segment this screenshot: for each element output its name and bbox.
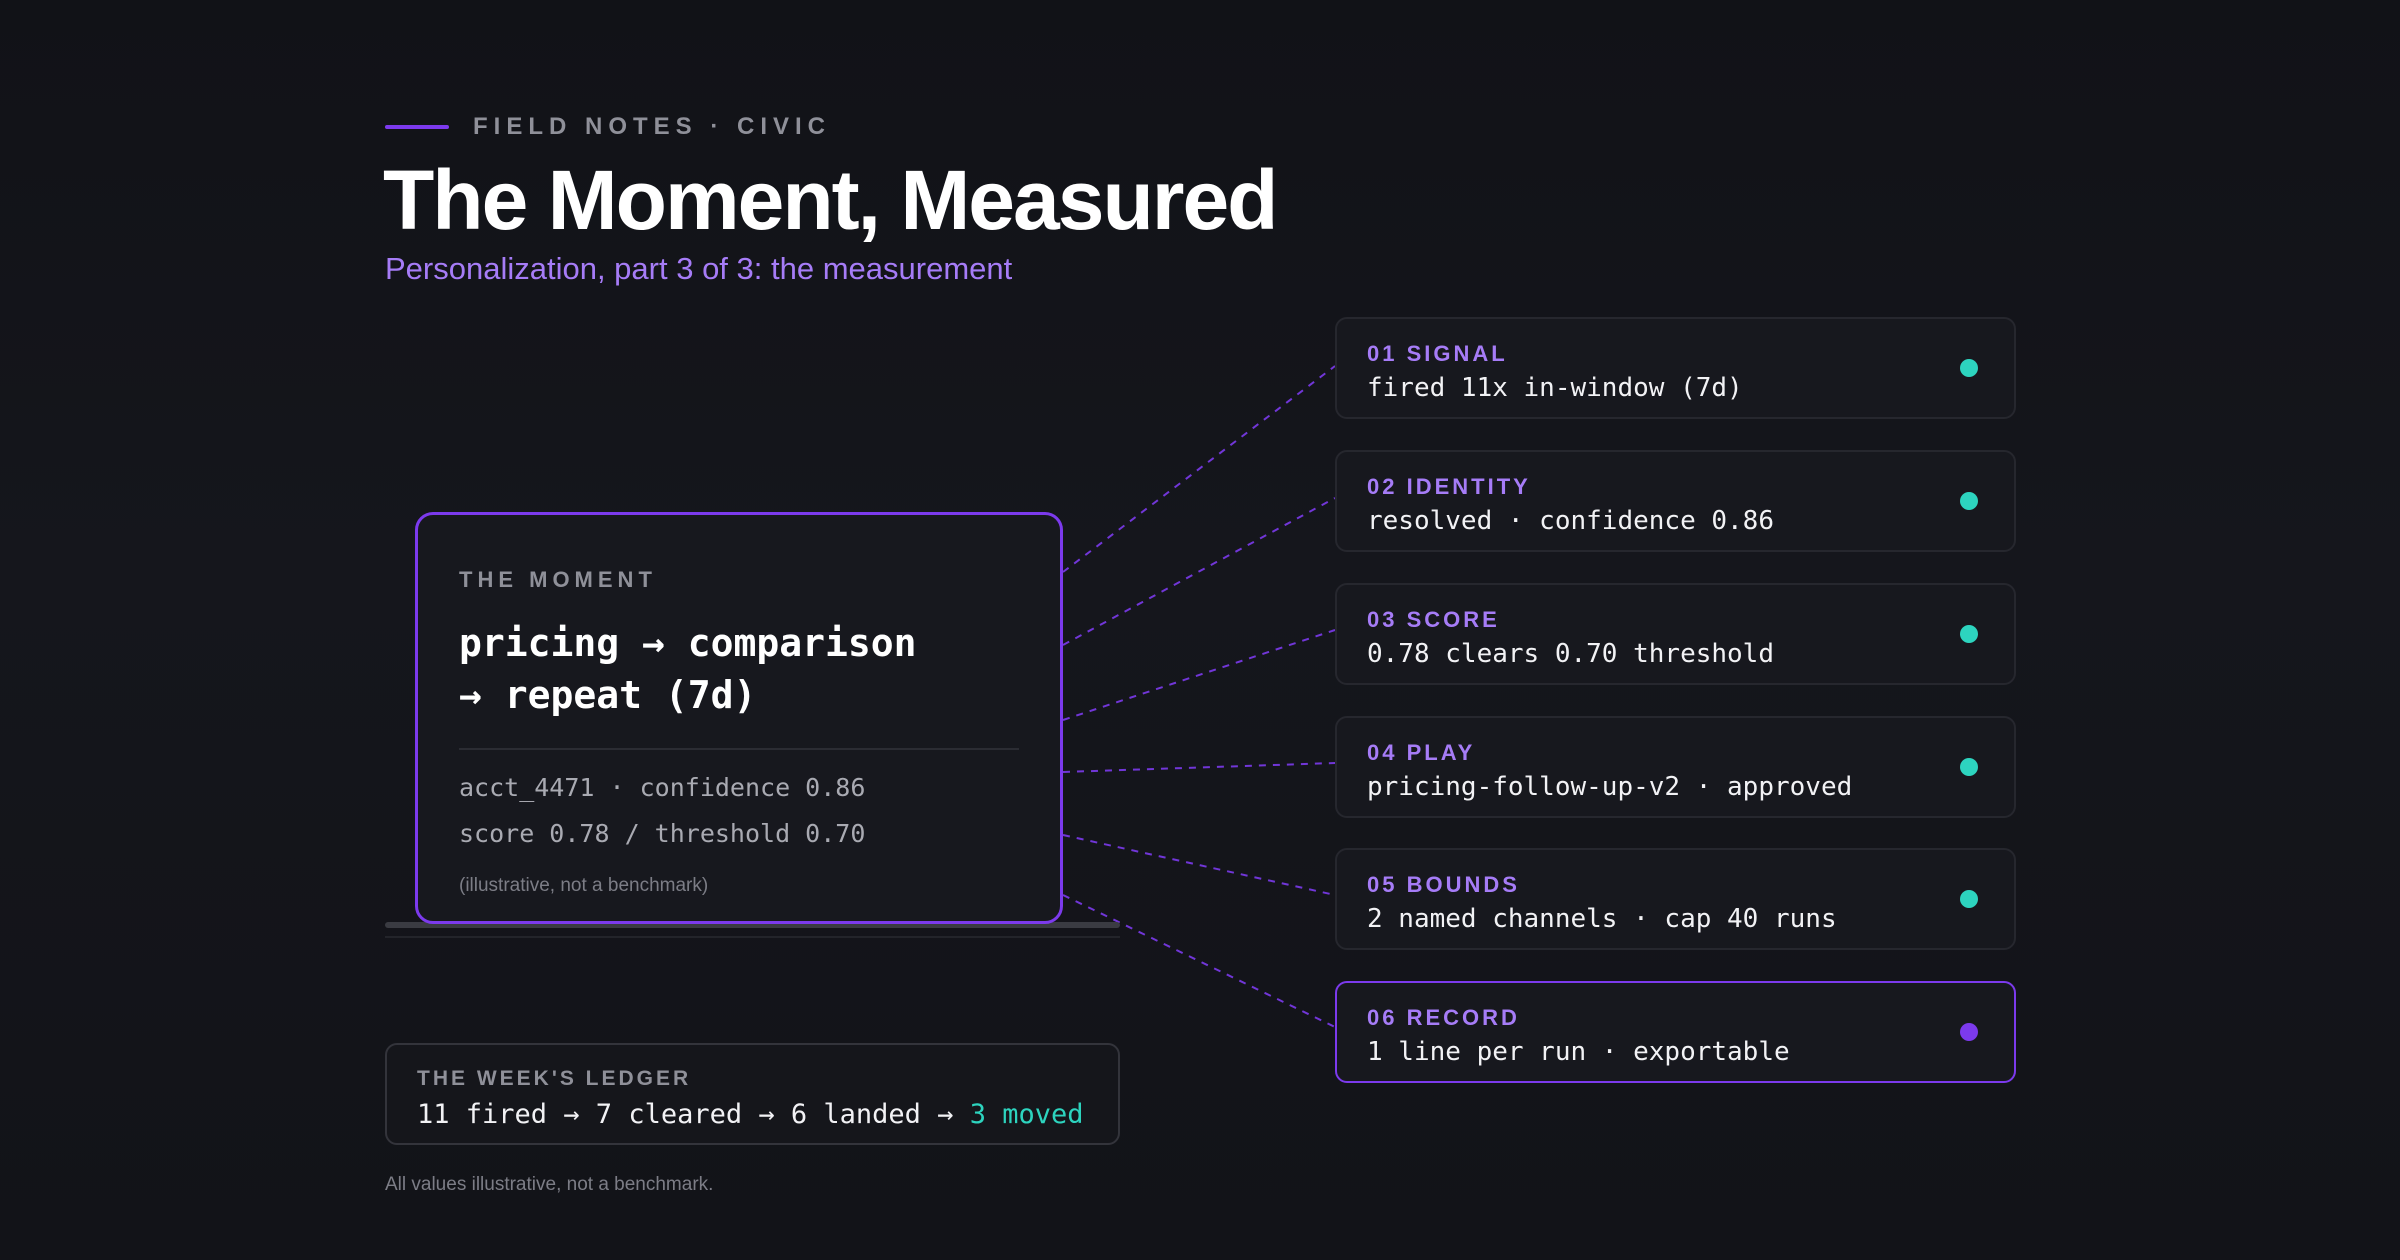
status-dot-icon — [1960, 1023, 1978, 1041]
moment-headline: pricing → comparison → repeat (7d) — [459, 617, 917, 721]
ledger-flow-text: 11 fired → 7 cleared → 6 landed → — [417, 1099, 970, 1130]
connector-line-play — [1062, 762, 1336, 773]
moment-note: (illustrative, not a benchmark) — [459, 875, 709, 896]
status-dot-icon — [1960, 758, 1978, 776]
moment-label: THE MOMENT — [459, 567, 657, 592]
step-label: 04 PLAY — [1367, 740, 1476, 765]
step-label: 02 IDENTITY — [1367, 474, 1531, 499]
step-card-play: 04 PLAY pricing-follow-up-v2 · approved — [1335, 716, 2016, 818]
moment-meta-account: acct_4471 · confidence 0.86 — [459, 773, 866, 802]
step-value: fired 11x in-window (7d) — [1367, 373, 1743, 403]
moment-shelf-line — [385, 936, 1120, 938]
connector-line-score — [1062, 629, 1336, 721]
step-value: resolved · confidence 0.86 — [1367, 506, 1774, 536]
step-value: 1 line per run · exportable — [1367, 1037, 1790, 1067]
step-label: 01 SIGNAL — [1367, 341, 1508, 366]
page-subtitle: Personalization, part 3 of 3: the measur… — [385, 251, 1013, 286]
connector-line-record — [1062, 894, 1336, 1028]
page-title: The Moment, Measured — [383, 153, 1278, 247]
step-card-bounds: 05 BOUNDS 2 named channels · cap 40 runs — [1335, 848, 2016, 950]
step-value: 0.78 clears 0.70 threshold — [1367, 639, 1774, 669]
eyebrow: FIELD NOTES · CIVIC — [385, 112, 831, 142]
page: FIELD NOTES · CIVIC The Moment, Measured… — [0, 0, 2400, 1260]
step-value: pricing-follow-up-v2 · approved — [1367, 772, 1853, 802]
moment-headline-line-1: pricing → comparison — [459, 621, 917, 665]
step-label: 06 RECORD — [1367, 1005, 1520, 1030]
eyebrow-rule — [385, 125, 449, 129]
ledger-flow: 11 fired → 7 cleared → 6 landed → 3 move… — [417, 1099, 1083, 1130]
step-label: 03 SCORE — [1367, 607, 1500, 632]
ledger-label: THE WEEK'S LEDGER — [417, 1067, 692, 1090]
moment-meta-score: score 0.78 / threshold 0.70 — [459, 819, 866, 848]
step-card-score: 03 SCORE 0.78 clears 0.70 threshold — [1335, 583, 2016, 685]
step-card-identity: 02 IDENTITY resolved · confidence 0.86 — [1335, 450, 2016, 552]
step-label: 05 BOUNDS — [1367, 872, 1520, 897]
status-dot-icon — [1960, 359, 1978, 377]
connector-line-bounds — [1062, 834, 1336, 896]
connector-line-identity — [1062, 497, 1336, 646]
eyebrow-text: FIELD NOTES · CIVIC — [473, 113, 832, 140]
status-dot-icon — [1960, 890, 1978, 908]
status-dot-icon — [1960, 625, 1978, 643]
step-value: 2 named channels · cap 40 runs — [1367, 904, 1837, 934]
moment-card: THE MOMENT pricing → comparison → repeat… — [415, 512, 1063, 924]
footnote: All values illustrative, not a benchmark… — [385, 1174, 714, 1195]
step-card-record: 06 RECORD 1 line per run · exportable — [1335, 981, 2016, 1083]
ledger-accent: 3 moved — [969, 1099, 1084, 1130]
moment-headline-line-2: → repeat (7d) — [459, 673, 757, 717]
moment-divider — [459, 748, 1019, 750]
status-dot-icon — [1960, 492, 1978, 510]
step-card-signal: 01 SIGNAL fired 11x in-window (7d) — [1335, 317, 2016, 419]
weekly-ledger: THE WEEK'S LEDGER 11 fired → 7 cleared →… — [385, 1043, 1120, 1145]
connector-line-signal — [1062, 365, 1336, 573]
